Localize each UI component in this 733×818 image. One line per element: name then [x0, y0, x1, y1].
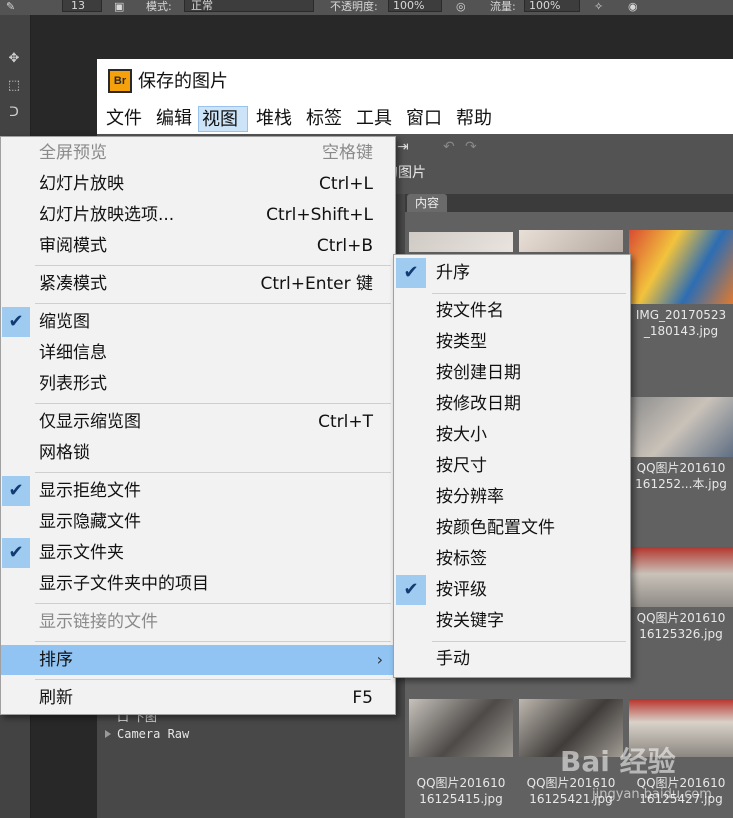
menu-item-grid-lock[interactable]: 网格锁 — [1, 438, 395, 468]
menu-item-show-rejected[interactable]: ✔ 显示拒绝文件 — [1, 476, 395, 506]
thumbnail-caption: QQ图片201610 16125326.jpg — [636, 611, 726, 641]
thumbnail-caption: QQ图片201610 16125415.jpg — [416, 776, 506, 806]
sort-item-ascending[interactable]: ✔ 升序 — [394, 258, 630, 288]
menu-tools[interactable]: 工具 — [353, 106, 395, 132]
checkmark-icon: ✔ — [2, 307, 30, 337]
sort-item-rating[interactable]: ✔ 按评级 — [394, 575, 630, 605]
thumbnail-qq-161252[interactable]: QQ图片201610 161252...本.jpg — [629, 397, 733, 492]
menu-item-fullscreen-preview: 全屏预览 空格键 — [39, 143, 373, 163]
menu-separator — [432, 293, 626, 294]
checkmark-icon: ✔ — [396, 258, 426, 288]
sort-submenu: ✔ 升序 按文件名 按类型 按创建日期 按修改日期 按大小 按尺寸 按分辨率 按… — [393, 254, 631, 678]
menu-item-slideshow-options[interactable]: 幻灯片放映选项... Ctrl+Shift+L — [1, 200, 395, 230]
thumbnail-caption: IMG_20170523 _180143.jpg — [635, 308, 727, 338]
menu-stack[interactable]: 堆栈 — [253, 106, 295, 132]
pressure-size-icon[interactable]: ◉ — [628, 0, 638, 13]
menu-item-refresh[interactable]: 刷新 F5 — [1, 683, 395, 713]
menu-separator — [35, 265, 391, 266]
menu-help[interactable]: 帮助 — [453, 106, 495, 132]
marquee-tool-icon[interactable]: ⬚ — [5, 77, 23, 95]
menu-item-thumbnails-only[interactable]: 仅显示缩览图 Ctrl+T — [1, 407, 395, 437]
menu-separator — [35, 641, 391, 642]
sort-item-resolution[interactable]: 按分辨率 — [394, 482, 630, 512]
menu-item-thumbnails[interactable]: ✔ 缩览图 — [1, 307, 395, 337]
rotate-left-icon[interactable]: ↶ — [443, 139, 455, 155]
sort-item-created[interactable]: 按创建日期 — [394, 358, 630, 388]
menu-item-show-hidden[interactable]: 显示隐藏文件 — [1, 507, 395, 537]
sort-item-color-profile[interactable]: 按颜色配置文件 — [394, 513, 630, 543]
watermark-url: jingyan.baidu.com — [592, 787, 712, 802]
menu-edit[interactable]: 编辑 — [153, 106, 195, 132]
menu-item-show-subfolder-items[interactable]: 显示子文件夹中的项目 — [1, 569, 395, 599]
bridge-menubar: 文件 编辑 视图 堆栈 标签 工具 窗口 帮助 — [97, 104, 733, 134]
menu-file[interactable]: 文件 — [103, 106, 145, 132]
window-title: 保存的图片 — [138, 71, 228, 92]
thumbnail-qq-16125326[interactable]: QQ图片201610 16125326.jpg — [629, 547, 733, 642]
rotate-right-icon[interactable]: ↷ — [465, 139, 477, 155]
sort-item-size[interactable]: 按大小 — [394, 420, 630, 450]
menu-item-details[interactable]: 详细信息 — [1, 338, 395, 368]
flow-label: 流量: — [490, 0, 516, 13]
sort-item-type[interactable]: 按类型 — [394, 327, 630, 357]
menu-item-show-linked: 显示链接的文件 — [39, 612, 158, 632]
menu-label[interactable]: 标签 — [303, 106, 345, 132]
menu-separator — [35, 679, 391, 680]
mode-value: 正常 — [191, 0, 213, 12]
menu-item-slideshow[interactable]: 幻灯片放映 Ctrl+L — [1, 169, 395, 199]
lasso-tool-icon[interactable]: ᑐ — [5, 104, 23, 122]
menu-separator — [432, 641, 626, 642]
sort-item-modified[interactable]: 按修改日期 — [394, 389, 630, 419]
menu-separator — [35, 472, 391, 473]
opacity-value: 100% — [393, 0, 425, 12]
checkmark-icon: ✔ — [396, 575, 426, 605]
output-icon[interactable]: ⇥ — [397, 139, 409, 155]
sidebar-camera-raw[interactable]: Camera Raw — [105, 727, 189, 741]
menu-separator — [35, 303, 391, 304]
sort-item-manual[interactable]: 手动 — [394, 644, 630, 674]
checkmark-icon: ✔ — [2, 538, 30, 568]
flow-field[interactable]: 100% — [524, 0, 580, 12]
sort-item-filename[interactable]: 按文件名 — [394, 296, 630, 326]
thumbnail-qq-16125415[interactable]: QQ图片201610 16125415.jpg — [409, 699, 513, 807]
airbrush-icon[interactable]: ✧ — [594, 0, 603, 13]
move-tool-icon[interactable]: ✥ — [5, 50, 23, 68]
opacity-label: 不透明度: — [330, 0, 378, 13]
menu-view[interactable]: 视图 — [198, 106, 248, 132]
thumbnail-top-middle[interactable] — [519, 230, 623, 252]
menu-separator — [35, 603, 391, 604]
mode-select[interactable]: 正常 — [184, 0, 314, 12]
photoshop-options-bar: ✎ 13 ▣ 模式: 正常 不透明度: 100% ◎ 流量: 100% ✧ ◉ — [0, 0, 733, 16]
menu-item-sort[interactable]: 排序 › — [1, 645, 395, 675]
bridge-titlebar: Br 保存的图片 — [97, 59, 733, 104]
sort-item-dimensions[interactable]: 按尺寸 — [394, 451, 630, 481]
opacity-field[interactable]: 100% — [388, 0, 442, 12]
thumbnail-img-20170523[interactable]: IMG_20170523 _180143.jpg — [629, 230, 733, 339]
menu-window[interactable]: 窗口 — [403, 106, 445, 132]
menu-item-list[interactable]: 列表形式 — [1, 369, 395, 399]
pressure-opacity-icon[interactable]: ◎ — [456, 0, 466, 13]
expand-arrow-icon — [105, 730, 111, 738]
camera-raw-label: Camera Raw — [117, 727, 190, 741]
brush-icon[interactable]: ✎ — [6, 0, 15, 13]
menu-item-review-mode[interactable]: 审阅模式 Ctrl+B — [1, 231, 395, 261]
watermark-brand: Bai 经验 — [560, 745, 676, 778]
submenu-arrow-icon: › — [376, 650, 383, 669]
sort-item-keywords[interactable]: 按关键字 — [394, 606, 630, 636]
bridge-logo: Br — [108, 69, 132, 93]
thumbnail-top-left[interactable] — [409, 232, 513, 252]
brush-size-field[interactable]: 13 — [62, 0, 102, 12]
mode-label: 模式: — [146, 0, 172, 13]
brush-size-value: 13 — [71, 0, 85, 12]
flow-value: 100% — [529, 0, 561, 12]
menu-item-compact-mode[interactable]: 紧凑模式 Ctrl+Enter 键 — [1, 269, 395, 299]
menu-separator — [35, 403, 391, 404]
thumbnail-caption: QQ图片201610 161252...本.jpg — [635, 461, 727, 491]
view-menu-dropdown: 全屏预览 空格键 幻灯片放映 Ctrl+L 幻灯片放映选项... Ctrl+Shift… — [0, 136, 396, 715]
tab-content[interactable]: 内容 — [407, 194, 447, 212]
menu-item-show-folders[interactable]: ✔ 显示文件夹 — [1, 538, 395, 568]
sort-item-label[interactable]: 按标签 — [394, 544, 630, 574]
checkmark-icon: ✔ — [2, 476, 30, 506]
brush-panel-icon[interactable]: ▣ — [114, 0, 124, 13]
